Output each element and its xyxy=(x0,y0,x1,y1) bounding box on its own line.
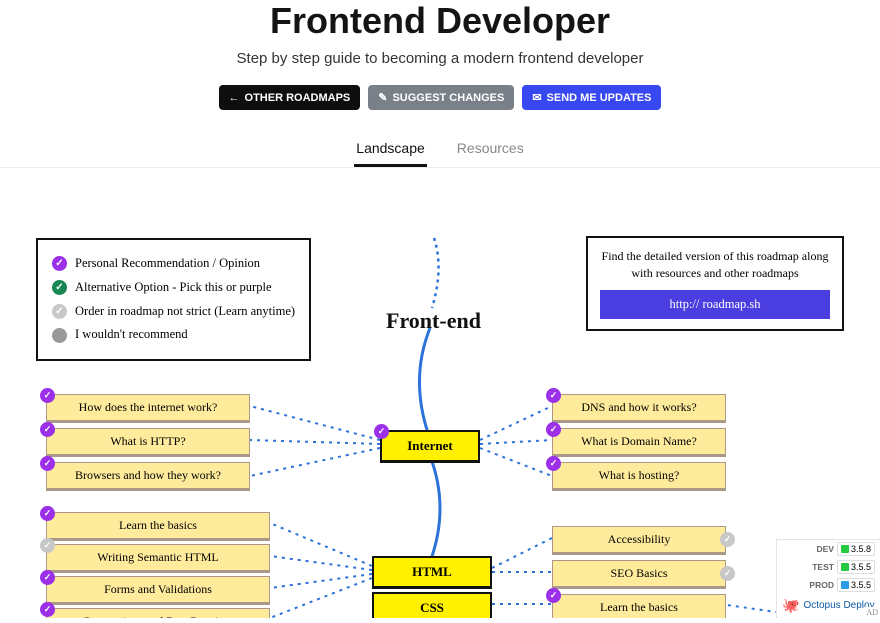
legend-box: ✓ Personal Recommendation / Opinion ✓ Alte… xyxy=(36,238,311,361)
page-title: Frontend Developer xyxy=(0,0,880,42)
ad-version: 3.5.5 xyxy=(851,580,871,590)
check-icon: ✓ xyxy=(374,424,389,439)
mail-icon: ✉ xyxy=(532,91,541,104)
check-icon: ✓ xyxy=(720,566,735,581)
ad-tag: AD xyxy=(864,607,880,618)
other-roadmaps-label: OTHER ROADMAPS xyxy=(245,92,351,104)
check-icon: ✓ xyxy=(52,304,67,319)
node-sub[interactable]: How does the internet work? xyxy=(46,394,250,423)
check-icon: ✓ xyxy=(40,506,55,521)
check-icon: ✓ xyxy=(40,388,55,403)
tabs: Landscape Resources xyxy=(0,132,880,168)
node-sub[interactable]: Learn the basics xyxy=(46,512,270,541)
detail-box: Find the detailed version of this roadma… xyxy=(586,236,844,331)
octopus-icon: 🐙 xyxy=(782,597,799,614)
root-label: Front-end xyxy=(386,308,481,334)
check-icon: ✓ xyxy=(720,532,735,547)
suggest-changes-label: SUGGEST CHANGES xyxy=(392,92,504,104)
check-icon: ✓ xyxy=(40,602,55,617)
node-sub[interactable]: What is Domain Name? xyxy=(552,428,726,457)
tab-landscape[interactable]: Landscape xyxy=(354,132,427,167)
page-subtitle: Step by step guide to becoming a modern … xyxy=(0,50,880,67)
check-icon: ✓ xyxy=(546,588,561,603)
legend-item: Order in roadmap not strict (Learn anyti… xyxy=(75,300,295,324)
node-internet[interactable]: Internet xyxy=(380,430,480,463)
node-sub[interactable]: SEO Basics xyxy=(552,560,726,589)
node-sub[interactable]: What is hosting? xyxy=(552,462,726,491)
node-html[interactable]: HTML xyxy=(372,556,492,589)
check-icon: ✓ xyxy=(546,456,561,471)
node-sub[interactable]: Accessibility xyxy=(552,526,726,555)
ad-env: PROD xyxy=(809,580,834,590)
ad-version: 3.5.5 xyxy=(851,562,871,572)
legend-item: Personal Recommendation / Opinion xyxy=(75,252,260,276)
check-icon: ✓ xyxy=(40,570,55,585)
other-roadmaps-button[interactable]: ← OTHER ROADMAPS xyxy=(219,85,361,110)
check-icon: ✓ xyxy=(52,280,67,295)
ad-version: 3.5.8 xyxy=(851,544,871,554)
ad-env: DEV xyxy=(816,544,833,554)
legend-item: Alternative Option - Pick this or purple xyxy=(75,276,272,300)
check-icon: ✓ xyxy=(546,422,561,437)
node-sub[interactable]: Learn the basics xyxy=(552,594,726,618)
status-icon xyxy=(841,545,849,553)
check-icon: ✓ xyxy=(40,456,55,471)
legend-item: I wouldn't recommend xyxy=(75,323,188,347)
node-sub[interactable]: DNS and how it works? xyxy=(552,394,726,423)
check-icon: ✓ xyxy=(40,538,55,553)
node-sub[interactable]: What is HTTP? xyxy=(46,428,250,457)
header-button-row: ← OTHER ROADMAPS ✎ SUGGEST CHANGES ✉ SEN… xyxy=(0,85,880,110)
check-icon: ✓ xyxy=(546,388,561,403)
send-updates-label: SEND ME UPDATES xyxy=(547,92,652,104)
detail-text: Find the detailed version of this roadma… xyxy=(600,248,830,282)
node-sub[interactable]: Conventions and Best Practices xyxy=(46,608,270,618)
check-icon: ✓ xyxy=(52,256,67,271)
check-icon: ✓ xyxy=(40,422,55,437)
suggest-changes-button[interactable]: ✎ SUGGEST CHANGES xyxy=(368,85,514,110)
dot-icon xyxy=(52,328,67,343)
node-sub[interactable]: Writing Semantic HTML xyxy=(46,544,270,573)
status-icon xyxy=(841,581,849,589)
tab-resources[interactable]: Resources xyxy=(455,132,526,167)
send-updates-button[interactable]: ✉ SEND ME UPDATES xyxy=(522,85,661,110)
edit-icon: ✎ xyxy=(378,91,387,104)
node-css[interactable]: CSS xyxy=(372,592,492,618)
node-sub[interactable]: Browsers and how they work? xyxy=(46,462,250,491)
node-sub[interactable]: Forms and Validations xyxy=(46,576,270,605)
roadmap-canvas: ✓ Personal Recommendation / Opinion ✓ Alte… xyxy=(0,178,880,618)
roadmap-link-button[interactable]: http:// roadmap.sh xyxy=(600,290,830,320)
arrow-left-icon: ← xyxy=(229,92,240,104)
status-icon xyxy=(841,563,849,571)
ad-env: TEST xyxy=(812,562,834,572)
